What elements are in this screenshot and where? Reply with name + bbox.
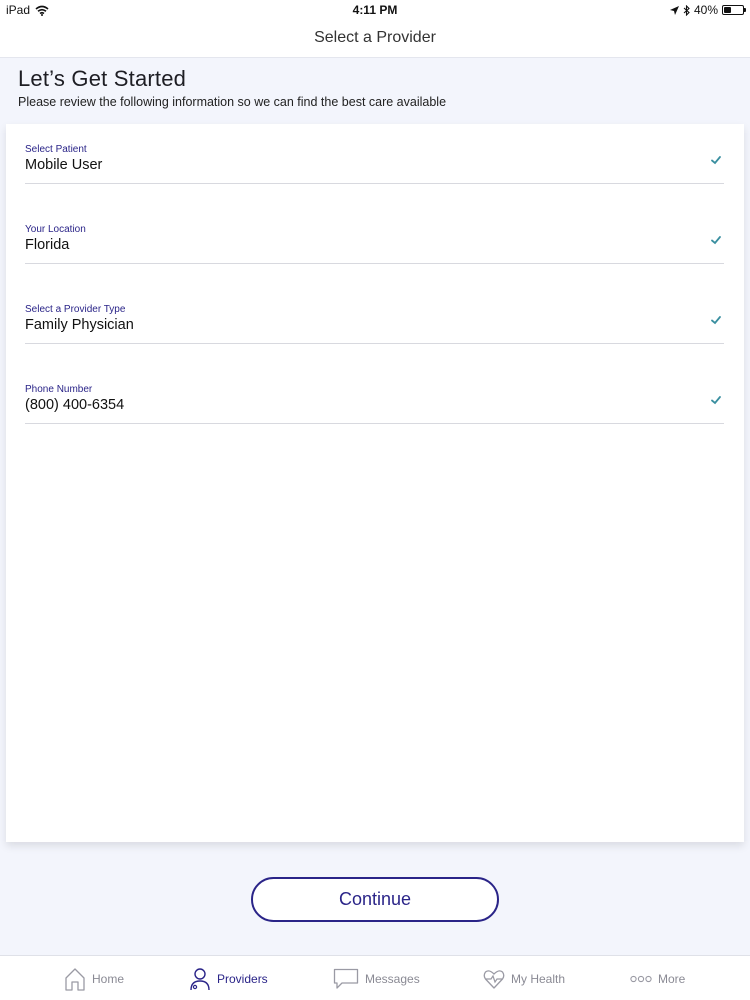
phone-number-field[interactable]: Phone Number (800) 400-6354 [25,384,724,424]
tab-more[interactable]: More [630,956,685,1000]
checkmark-icon [711,156,721,165]
home-icon [65,967,85,991]
status-right: 40% [669,3,746,17]
tab-my-health[interactable]: My Health [483,956,565,1000]
tab-label: More [658,971,686,986]
field-label: Select Patient [25,144,87,155]
status-time: 4:11 PM [352,3,398,17]
chat-icon [333,968,359,989]
location-field[interactable]: Your Location Florida [25,224,724,264]
person-icon [190,967,210,990]
field-value: Family Physician [25,317,134,333]
tab-label: Providers [217,971,268,986]
field-value: Mobile User [25,157,103,173]
tab-label: Home [92,971,125,986]
tab-label: My Health [511,971,566,986]
select-patient-field[interactable]: Select Patient Mobile User [25,144,724,184]
intro-subtitle: Please review the following information … [18,95,447,109]
continue-button[interactable]: Continue [251,877,499,922]
page-title: Select a Provider [314,29,436,46]
checkmark-icon [711,236,721,245]
more-icon [630,975,652,982]
status-bar: iPad 4:11 PM 40% [0,0,750,20]
checkmark-icon [711,396,721,405]
battery-percent: 40% [693,3,718,17]
nav-bar: Select a Provider [0,20,750,58]
form-card: Select Patient Mobile User Your Location… [6,124,744,842]
field-value: Florida [25,237,70,253]
intro-title: Let’s Get Started [18,66,187,91]
app-screen: iPad 4:11 PM 40% Select a Provider Let’s… [0,0,750,1000]
checkmark-icon [711,316,721,325]
tab-home[interactable]: Home [64,956,124,1000]
tab-bar: Home Providers Messages My Health More [0,955,750,1000]
field-label: Your Location [25,224,86,235]
heart-icon [483,969,505,989]
field-value: (800) 400-6354 [25,397,125,413]
field-label: Select a Provider Type [25,304,126,315]
tab-label: Messages [365,971,420,986]
location-arrow-icon [669,5,679,15]
intro-header: Let’s Get Started Please review the foll… [18,66,732,109]
field-label: Phone Number [25,384,93,395]
battery-tip [744,8,746,12]
battery-icon [722,5,746,15]
bluetooth-icon [683,4,690,16]
provider-type-field[interactable]: Select a Provider Type Family Physician [25,304,724,344]
tab-messages[interactable]: Messages [333,956,420,1000]
battery-fill [724,7,732,13]
tab-providers[interactable]: Providers [189,956,268,1000]
